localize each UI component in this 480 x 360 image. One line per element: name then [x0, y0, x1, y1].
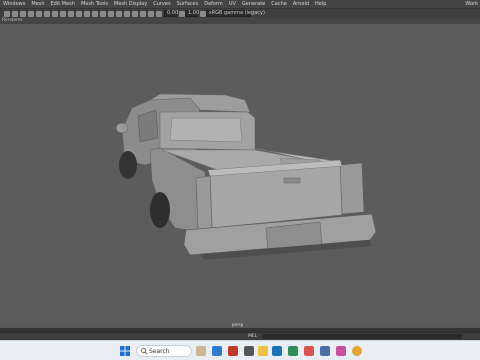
gamma-field[interactable]: 1.00 — [185, 10, 199, 17]
menu-uv[interactable]: UV — [226, 0, 239, 8]
camera-name-label: persp — [232, 322, 244, 327]
menu-arnold[interactable]: Arnold — [290, 0, 312, 8]
safe-title-icon[interactable] — [84, 11, 90, 17]
instagram-icon[interactable] — [336, 346, 346, 356]
wireframe-icon[interactable] — [92, 11, 98, 17]
film-gate-icon[interactable] — [44, 11, 50, 17]
search-icon — [141, 348, 147, 355]
app-icon-red[interactable] — [228, 346, 238, 356]
menu-deform[interactable]: Deform — [201, 0, 226, 8]
menu-surfaces[interactable]: Surfaces — [174, 0, 202, 8]
chrome-icon[interactable] — [352, 346, 362, 356]
workspace-label[interactable]: Work — [465, 0, 478, 8]
command-input[interactable] — [262, 334, 462, 339]
menu-generate[interactable]: Generate — [239, 0, 268, 8]
field-chart-icon[interactable] — [68, 11, 74, 17]
menu-mesh-display[interactable]: Mesh Display — [111, 0, 150, 8]
grid-icon[interactable] — [36, 11, 42, 17]
widget-icon[interactable] — [196, 346, 206, 356]
menu-curves[interactable]: Curves — [150, 0, 173, 8]
color-space-select[interactable]: sRGB gamma (legacy) — [206, 10, 265, 17]
exposure-field[interactable]: 0.00 — [164, 10, 178, 17]
app-icon-blue[interactable] — [320, 346, 330, 356]
xray-icon[interactable] — [140, 11, 146, 17]
gate-mask-icon[interactable] — [60, 11, 66, 17]
lock-camera-icon[interactable] — [12, 11, 18, 17]
maya-icon[interactable] — [272, 346, 282, 356]
menu-bar: Windows Mesh Edit Mesh Mesh Tools Mesh D… — [0, 0, 480, 8]
command-line: MEL — [0, 332, 480, 340]
app-icon-media[interactable] — [304, 346, 314, 356]
viewport-toolbar: 0.00 1.00 sRGB gamma (legacy) — [0, 8, 480, 18]
isolate-select-icon[interactable] — [132, 11, 138, 17]
image-plane-icon[interactable] — [28, 11, 34, 17]
select-camera-icon[interactable] — [4, 11, 10, 17]
menu-cache[interactable]: Cache — [268, 0, 290, 8]
smooth-shade-icon[interactable] — [100, 11, 106, 17]
lights-icon[interactable] — [116, 11, 122, 17]
taskbar-search[interactable]: Search — [136, 345, 192, 357]
exposure-icon[interactable] — [156, 11, 162, 17]
start-icon[interactable] — [120, 346, 130, 356]
task-view-icon[interactable] — [212, 346, 222, 356]
menu-mesh-tools[interactable]: Mesh Tools — [78, 0, 111, 8]
edge-icon[interactable] — [288, 346, 298, 356]
search-placeholder: Search — [149, 348, 170, 355]
bookmark-icon[interactable] — [20, 11, 26, 17]
windows-taskbar: Search — [0, 340, 480, 360]
pickup-truck-model[interactable] — [0, 24, 480, 324]
menu-help[interactable]: Help — [312, 0, 329, 8]
resolution-gate-icon[interactable] — [52, 11, 58, 17]
textured-icon[interactable] — [108, 11, 114, 17]
menu-edit-mesh[interactable]: Edit Mesh — [48, 0, 78, 8]
file-explorer-icon[interactable] — [258, 346, 268, 356]
3d-viewport[interactable]: persp — [0, 24, 480, 327]
shadows-icon[interactable] — [124, 11, 130, 17]
app-icon-dark[interactable] — [244, 346, 254, 356]
safe-action-icon[interactable] — [76, 11, 82, 17]
menu-windows[interactable]: Windows — [0, 0, 28, 8]
xray-joints-icon[interactable] — [148, 11, 154, 17]
menu-mesh[interactable]: Mesh — [28, 0, 47, 8]
